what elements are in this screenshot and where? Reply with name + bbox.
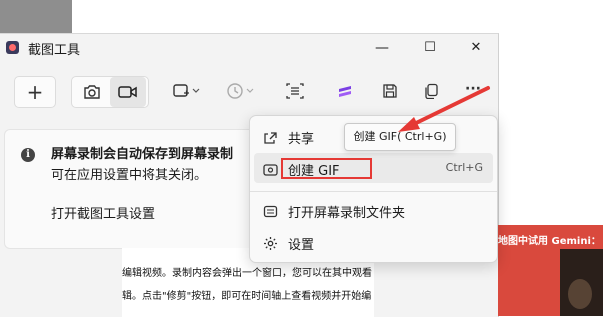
side-image-photo [560, 249, 603, 316]
banner-body: 可在应用设置中将其关闭。 [51, 168, 208, 183]
capture-shape-dropdown[interactable] [168, 76, 204, 106]
more-options-button[interactable]: ··· [460, 74, 486, 104]
rect-select-icon [173, 84, 200, 97]
copy-button[interactable] [420, 76, 442, 106]
save-button[interactable] [379, 76, 401, 106]
side-image-caption: 地图中试用 Gemini： [498, 236, 601, 247]
document-line: 编辑视频。录制内容会弹出一个窗口，您可以在其中观看 [122, 268, 372, 279]
save-icon [383, 84, 397, 98]
background-page [498, 0, 603, 225]
menu-item-open-recording-folder[interactable]: 打开屏幕录制文件夹 [254, 195, 493, 225]
copy-icon [425, 83, 438, 99]
highlight-box [281, 158, 372, 179]
info-icon: i [21, 148, 35, 162]
toolbar: + ··· [0, 62, 498, 120]
create-gif-tooltip: 创建 GIF( Ctrl+G) [344, 123, 456, 151]
video-icon [118, 86, 137, 98]
screenshot-mode-button[interactable] [74, 77, 110, 107]
folder-icon [262, 203, 278, 219]
clipchamp-icon [339, 86, 351, 97]
text-actions-icon [286, 83, 304, 99]
camera-icon [84, 85, 100, 99]
text-actions-button[interactable] [282, 76, 308, 106]
gear-icon [262, 235, 278, 251]
document-line: 辑。点击"修剪"按钮，即可在时间轴上查看视频并开始编 [122, 291, 372, 302]
background-window-edge [0, 0, 72, 34]
menu-divider [250, 191, 497, 192]
record-mode-button[interactable] [110, 77, 146, 107]
open-settings-link[interactable]: 打开截图工具设置 [51, 203, 155, 222]
side-image: 地图中试用 Gemini： [498, 225, 603, 316]
menu-item-settings[interactable]: 设置 [254, 227, 493, 257]
capture-mode-group [71, 76, 149, 108]
gif-icon [262, 161, 278, 177]
minimize-button[interactable]: — [362, 36, 402, 60]
menu-label-open-folder: 打开屏幕录制文件夹 [288, 206, 406, 221]
title-bar: 截图工具 — ☐ ✕ [0, 34, 498, 62]
share-icon [262, 129, 278, 145]
new-capture-button[interactable]: + [14, 76, 56, 108]
menu-label-share: 共享 [288, 132, 315, 147]
clipchamp-button[interactable] [334, 76, 356, 106]
maximize-button[interactable]: ☐ [410, 36, 450, 60]
window-title: 截图工具 [28, 43, 81, 58]
timer-icon [227, 83, 254, 99]
create-gif-shortcut: Ctrl+G [445, 161, 483, 174]
snipping-tool-app-icon [6, 41, 19, 54]
menu-label-settings: 设置 [288, 238, 315, 253]
banner-title: 屏幕录制会自动保存到屏幕录制 [51, 147, 234, 162]
delay-timer-dropdown[interactable] [222, 76, 260, 106]
close-button[interactable]: ✕ [456, 36, 496, 60]
